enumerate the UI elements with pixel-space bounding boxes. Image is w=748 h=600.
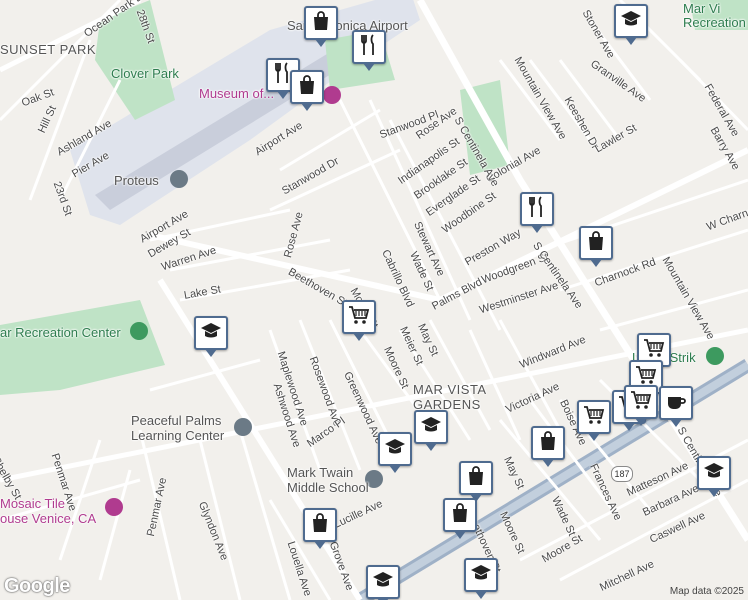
- shopping-bag-marker[interactable]: [579, 226, 613, 267]
- shopping-bag-icon: [295, 73, 319, 102]
- peaceful-palms-dot[interactable]: [234, 418, 252, 436]
- grocery-cart-marker[interactable]: [624, 385, 658, 426]
- proteus-dot[interactable]: [170, 170, 188, 188]
- school-marker[interactable]: [614, 4, 648, 45]
- museum-label: Museum of...: [199, 86, 275, 101]
- recreation-center-area: [0, 300, 165, 395]
- proteus-label: Proteus: [114, 173, 159, 188]
- map-attribution: Map data ©2025: [669, 586, 744, 597]
- grocery-cart-icon: [582, 403, 606, 432]
- restaurant-icon: [525, 195, 549, 224]
- school-icon: [469, 561, 493, 590]
- school-marker[interactable]: [194, 316, 228, 357]
- mar-vista-gardens-label: MAR VISTA GARDENS: [413, 382, 487, 412]
- coffee-marker[interactable]: [659, 386, 693, 427]
- shopping-bag-marker[interactable]: [531, 426, 565, 467]
- map-canvas[interactable]: Santa Monica Airport Museum of... Clover…: [0, 0, 748, 600]
- school-icon: [702, 459, 726, 488]
- clover-park-label: Clover Park: [111, 66, 179, 81]
- shopping-bag-icon: [584, 229, 608, 258]
- grocery-cart-icon: [347, 303, 371, 332]
- grocery-cart-marker[interactable]: [342, 300, 376, 341]
- recreation-center-label: ar Recreation Center: [0, 325, 121, 340]
- shopping-bag-icon: [464, 464, 488, 493]
- mar-vista-rec-label: Mar Vi Recreation Cen: [683, 1, 746, 30]
- grocery-cart-icon: [629, 388, 653, 417]
- shopping-bag-icon: [308, 511, 332, 540]
- school-marker[interactable]: [464, 558, 498, 599]
- school-icon: [383, 435, 407, 464]
- grocery-cart-marker[interactable]: [577, 400, 611, 441]
- google-logo: Google: [4, 575, 70, 597]
- school-icon: [371, 568, 395, 597]
- school-marker[interactable]: [378, 432, 412, 473]
- school-icon: [419, 413, 443, 442]
- lucky-strike-dot[interactable]: [706, 347, 724, 365]
- restaurant-marker[interactable]: [520, 192, 554, 233]
- route-187-shield: 187: [611, 466, 633, 482]
- mark-twain-label: Mark Twain Middle School: [287, 465, 369, 495]
- shopping-bag-marker[interactable]: [303, 508, 337, 549]
- mosaic-tile-dot[interactable]: [105, 498, 123, 516]
- shopping-bag-icon: [448, 501, 472, 530]
- coffee-icon: [664, 389, 688, 418]
- school-marker[interactable]: [414, 410, 448, 451]
- shopping-bag-icon: [309, 9, 333, 38]
- restaurant-marker[interactable]: [352, 30, 386, 71]
- shopping-bag-marker[interactable]: [290, 70, 324, 111]
- sunset-park-label: SUNSET PARK: [0, 42, 97, 57]
- school-icon: [619, 7, 643, 36]
- shopping-bag-marker[interactable]: [459, 461, 493, 502]
- peaceful-palms-label: Peaceful Palms Learning Center: [131, 413, 225, 443]
- school-marker[interactable]: [366, 565, 400, 600]
- shopping-bag-marker[interactable]: [443, 498, 477, 539]
- recreation-center-dot[interactable]: [130, 322, 148, 340]
- school-icon: [199, 319, 223, 348]
- restaurant-icon: [357, 33, 381, 62]
- shopping-bag-icon: [536, 429, 560, 458]
- school-marker[interactable]: [697, 456, 731, 497]
- shopping-bag-marker[interactable]: [304, 6, 338, 47]
- museum-dot[interactable]: [323, 86, 341, 104]
